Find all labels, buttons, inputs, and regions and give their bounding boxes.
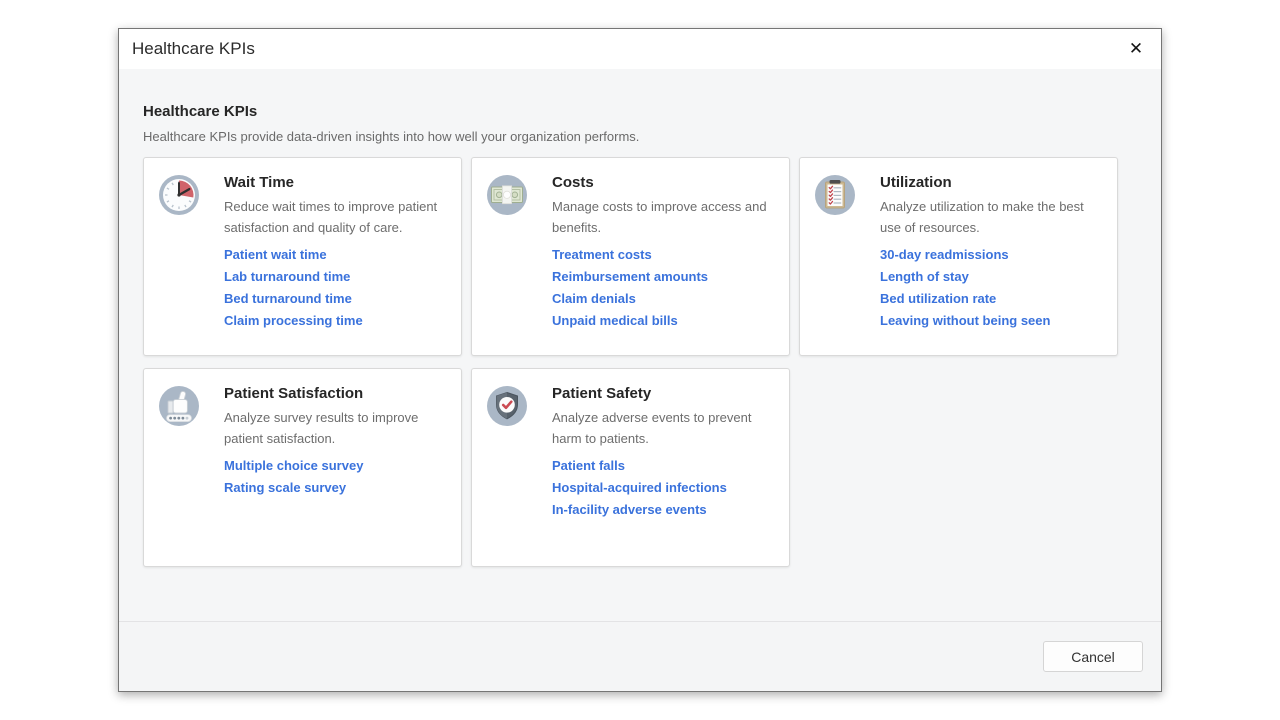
card-description: Analyze utilization to make the best use… (880, 196, 1103, 238)
kpi-link[interactable]: Reimbursement amounts (552, 270, 775, 284)
kpi-card-utilization: Utilization Analyze utilization to make … (799, 157, 1118, 356)
kpi-link[interactable]: Rating scale survey (224, 481, 447, 495)
banknotes-icon (486, 174, 528, 216)
kpi-link[interactable]: Unpaid medical bills (552, 314, 775, 328)
dialog-title: Healthcare KPIs (132, 39, 255, 59)
card-link-list: 30-day readmissions Length of stay Bed uti… (880, 248, 1103, 328)
dialog-footer: Cancel (119, 621, 1161, 691)
dialog-titlebar: Healthcare KPIs ✕ (119, 29, 1161, 69)
card-link-list: Patient wait time Lab turnaround time Bed … (224, 248, 447, 328)
kpi-link[interactable]: Length of stay (880, 270, 1103, 284)
card-description: Analyze survey results to improve patien… (224, 407, 447, 449)
card-title: Patient Safety (552, 385, 775, 402)
card-title: Utilization (880, 174, 1103, 191)
shield-check-icon (486, 385, 528, 427)
page-title: Healthcare KPIs (143, 103, 1137, 121)
card-title: Costs (552, 174, 775, 191)
kpi-link[interactable]: Leaving without being seen (880, 314, 1103, 328)
clock-icon (158, 174, 200, 216)
kpi-link[interactable]: Patient falls (552, 459, 775, 473)
card-description: Reduce wait times to improve patient sat… (224, 196, 447, 238)
dialog-body: Healthcare KPIs Healthcare KPIs provide … (119, 69, 1161, 621)
kpi-link[interactable]: In-facility adverse events (552, 503, 775, 517)
page-subtitle: Healthcare KPIs provide data-driven insi… (143, 129, 1137, 144)
kpi-link[interactable]: Hospital-acquired infections (552, 481, 775, 495)
kpi-link[interactable]: Patient wait time (224, 248, 447, 262)
kpi-card-patient-safety: Patient Safety Analyze adverse events to… (471, 368, 790, 567)
kpi-link[interactable]: Multiple choice survey (224, 459, 447, 473)
close-icon[interactable]: ✕ (1121, 34, 1151, 64)
card-title: Wait Time (224, 174, 447, 191)
card-description: Analyze adverse events to prevent harm t… (552, 407, 775, 449)
kpi-link[interactable]: 30-day readmissions (880, 248, 1103, 262)
kpi-link[interactable]: Bed turnaround time (224, 292, 447, 306)
card-description: Manage costs to improve access and benef… (552, 196, 775, 238)
kpi-link[interactable]: Claim processing time (224, 314, 447, 328)
kpi-link[interactable]: Treatment costs (552, 248, 775, 262)
cancel-button[interactable]: Cancel (1043, 641, 1143, 672)
kpi-card-costs: Costs Manage costs to improve access and… (471, 157, 790, 356)
kpi-link[interactable]: Bed utilization rate (880, 292, 1103, 306)
card-title: Patient Satisfaction (224, 385, 447, 402)
checklist-clipboard-icon (814, 174, 856, 216)
card-link-list: Treatment costs Reimbursement amounts Clai… (552, 248, 775, 328)
kpi-link[interactable]: Claim denials (552, 292, 775, 306)
kpi-link[interactable]: Lab turnaround time (224, 270, 447, 284)
kpi-card-grid: Wait Time Reduce wait times to improve p… (143, 157, 1137, 567)
kpi-card-wait-time: Wait Time Reduce wait times to improve p… (143, 157, 462, 356)
thumbs-up-rating-icon (158, 385, 200, 427)
healthcare-kpis-dialog: Healthcare KPIs ✕ Healthcare KPIs Health… (118, 28, 1162, 692)
card-link-list: Patient falls Hospital-acquired infection… (552, 459, 775, 517)
card-link-list: Multiple choice survey Rating scale surve… (224, 459, 447, 495)
kpi-card-patient-satisfaction: Patient Satisfaction Analyze survey resu… (143, 368, 462, 567)
